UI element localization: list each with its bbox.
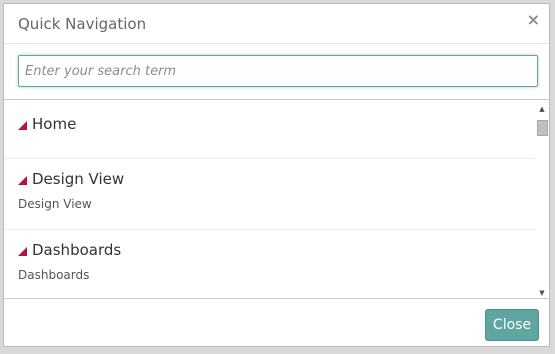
search-section — [4, 44, 549, 100]
list-item-title: Design View — [32, 170, 125, 188]
close-icon[interactable]: × — [527, 12, 540, 28]
list-item-header: Design View — [18, 170, 124, 188]
list-item-title: Dashboards — [32, 241, 122, 259]
quick-navigation-dialog: Quick Navigation × Home Design View Desi… — [3, 3, 550, 347]
dialog-title: Quick Navigation — [18, 15, 147, 33]
list-item-subtitle: Design View — [18, 197, 92, 211]
list-item-subtitle: Dashboards — [18, 268, 90, 282]
list-item-header: Home — [18, 115, 76, 133]
list-item-header: Dashboards — [18, 241, 121, 259]
list-item-dashboards[interactable]: Dashboards Dashboards — [4, 230, 537, 298]
dialog-footer: Close — [4, 298, 549, 348]
triangle-marker-icon — [18, 120, 27, 130]
scroll-up-arrow-icon[interactable]: ▲ — [535, 105, 549, 113]
triangle-marker-icon — [18, 246, 27, 256]
close-button[interactable]: Close — [485, 309, 539, 341]
list-scrollbar[interactable]: ▲ ▼ — [535, 100, 549, 298]
navigation-list: Home Design View Design View Dashboards … — [4, 100, 549, 298]
list-item-design-view[interactable]: Design View Design View — [4, 159, 537, 230]
dialog-header: Quick Navigation × — [4, 4, 549, 44]
scroll-thumb[interactable] — [537, 120, 548, 136]
list-item-home[interactable]: Home — [4, 100, 537, 159]
scroll-down-arrow-icon[interactable]: ▼ — [535, 289, 549, 297]
search-input[interactable] — [18, 55, 538, 87]
list-item-title: Home — [32, 115, 77, 133]
triangle-marker-icon — [18, 175, 27, 185]
